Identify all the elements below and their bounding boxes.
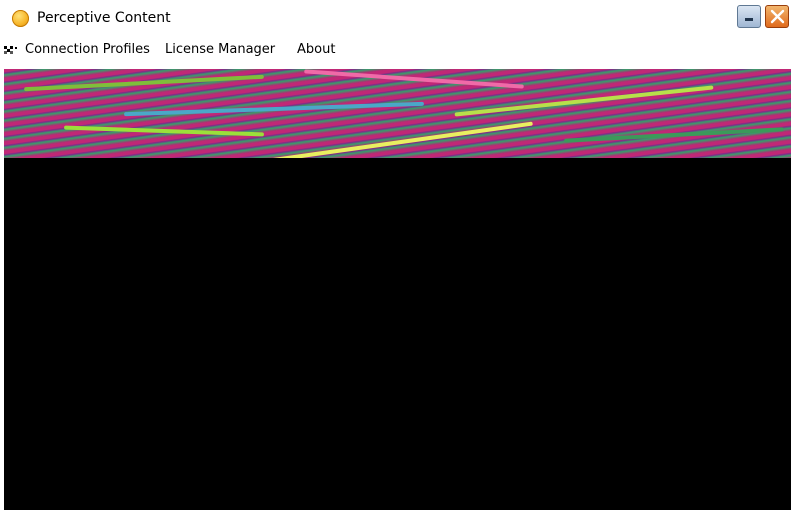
minimize-button[interactable] — [737, 5, 761, 28]
connection-icon — [4, 46, 17, 54]
close-button[interactable] — [765, 5, 789, 28]
app-window: Perceptive Content Connection Profiles L… — [0, 0, 791, 510]
app-orb-icon — [12, 10, 29, 27]
header-banner-image — [4, 69, 791, 158]
menu-about[interactable]: About — [297, 41, 335, 59]
menu-license-manager[interactable]: License Manager — [165, 41, 275, 59]
main-content-area — [4, 158, 791, 510]
minimize-icon — [745, 18, 753, 21]
window-title: Perceptive Content — [37, 10, 171, 26]
close-icon — [770, 9, 785, 24]
menu-bar: Connection Profiles License Manager Abou… — [0, 38, 791, 62]
title-bar[interactable]: Perceptive Content — [0, 0, 791, 36]
menu-connection-profiles[interactable]: Connection Profiles — [25, 41, 150, 59]
